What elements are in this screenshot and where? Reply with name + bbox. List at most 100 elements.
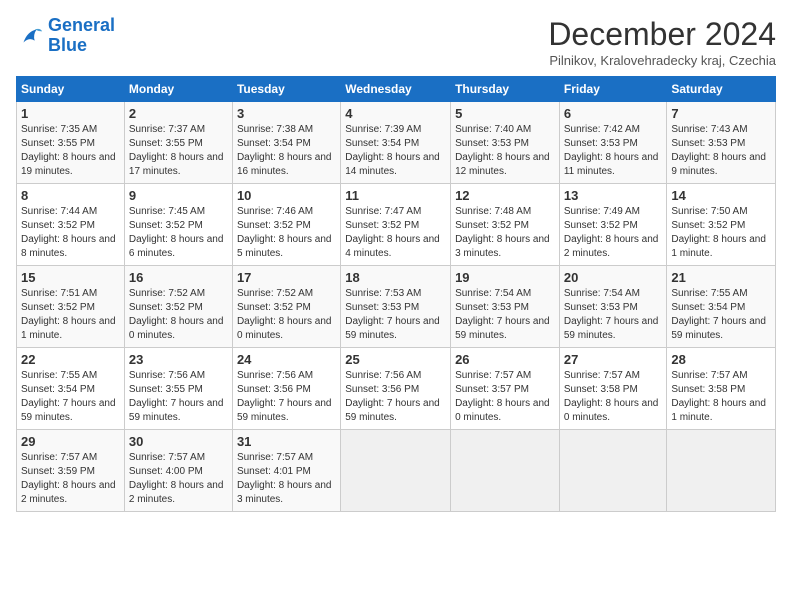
logo-text-general: General bbox=[48, 15, 115, 35]
day-info: Sunrise: 7:54 AMSunset: 3:53 PMDaylight:… bbox=[455, 287, 555, 343]
day-info: Sunrise: 7:35 AMSunset: 3:55 PMDaylight:… bbox=[21, 123, 120, 179]
day-number: 18 bbox=[345, 270, 446, 285]
day-info: Sunrise: 7:54 AMSunset: 3:53 PMDaylight:… bbox=[564, 287, 663, 343]
table-row: 14 Sunrise: 7:50 AMSunset: 3:52 PMDayligh… bbox=[667, 184, 776, 266]
table-row bbox=[667, 430, 776, 512]
day-number: 31 bbox=[237, 434, 336, 449]
header-tuesday: Tuesday bbox=[232, 77, 340, 102]
header-monday: Monday bbox=[124, 77, 232, 102]
day-number: 19 bbox=[455, 270, 555, 285]
day-info: Sunrise: 7:52 AMSunset: 3:52 PMDaylight:… bbox=[129, 287, 228, 343]
table-row: 27 Sunrise: 7:57 AMSunset: 3:58 PMDayligh… bbox=[559, 348, 667, 430]
table-row: 18 Sunrise: 7:53 AMSunset: 3:53 PMDayligh… bbox=[341, 266, 451, 348]
day-info: Sunrise: 7:56 AMSunset: 3:56 PMDaylight:… bbox=[237, 369, 336, 425]
day-number: 25 bbox=[345, 352, 446, 367]
day-info: Sunrise: 7:56 AMSunset: 3:56 PMDaylight:… bbox=[345, 369, 446, 425]
day-number: 10 bbox=[237, 188, 336, 203]
day-number: 2 bbox=[129, 106, 228, 121]
day-number: 1 bbox=[21, 106, 120, 121]
day-info: Sunrise: 7:40 AMSunset: 3:53 PMDaylight:… bbox=[455, 123, 555, 179]
day-info: Sunrise: 7:49 AMSunset: 3:52 PMDaylight:… bbox=[564, 205, 663, 261]
day-number: 27 bbox=[564, 352, 663, 367]
table-row: 8 Sunrise: 7:44 AMSunset: 3:52 PMDaylight… bbox=[17, 184, 125, 266]
location-subtitle: Pilnikov, Kralovehradecky kraj, Czechia bbox=[548, 53, 776, 68]
table-row: 16 Sunrise: 7:52 AMSunset: 3:52 PMDayligh… bbox=[124, 266, 232, 348]
day-info: Sunrise: 7:53 AMSunset: 3:53 PMDaylight:… bbox=[345, 287, 446, 343]
day-number: 30 bbox=[129, 434, 228, 449]
table-row: 3 Sunrise: 7:38 AMSunset: 3:54 PMDaylight… bbox=[232, 102, 340, 184]
calendar-week-row: 1 Sunrise: 7:35 AMSunset: 3:55 PMDaylight… bbox=[17, 102, 776, 184]
month-year-title: December 2024 bbox=[548, 16, 776, 53]
day-info: Sunrise: 7:57 AMSunset: 4:00 PMDaylight:… bbox=[129, 451, 228, 507]
calendar-table: Sunday Monday Tuesday Wednesday Thursday… bbox=[16, 76, 776, 512]
table-row: 11 Sunrise: 7:47 AMSunset: 3:52 PMDayligh… bbox=[341, 184, 451, 266]
day-number: 7 bbox=[671, 106, 771, 121]
table-row: 10 Sunrise: 7:46 AMSunset: 3:52 PMDayligh… bbox=[232, 184, 340, 266]
day-info: Sunrise: 7:52 AMSunset: 3:52 PMDaylight:… bbox=[237, 287, 336, 343]
day-info: Sunrise: 7:57 AMSunset: 3:59 PMDaylight:… bbox=[21, 451, 120, 507]
table-row bbox=[341, 430, 451, 512]
header-sunday: Sunday bbox=[17, 77, 125, 102]
table-row: 9 Sunrise: 7:45 AMSunset: 3:52 PMDaylight… bbox=[124, 184, 232, 266]
table-row: 5Sunrise: 7:40 AMSunset: 3:53 PMDaylight… bbox=[451, 102, 560, 184]
day-number: 24 bbox=[237, 352, 336, 367]
calendar-week-row: 29 Sunrise: 7:57 AMSunset: 3:59 PMDayligh… bbox=[17, 430, 776, 512]
day-number: 15 bbox=[21, 270, 120, 285]
day-info: Sunrise: 7:57 AMSunset: 3:58 PMDaylight:… bbox=[564, 369, 663, 425]
title-block: December 2024 Pilnikov, Kralovehradecky … bbox=[548, 16, 776, 68]
day-info: Sunrise: 7:55 AMSunset: 3:54 PMDaylight:… bbox=[671, 287, 771, 343]
header-wednesday: Wednesday bbox=[341, 77, 451, 102]
day-number: 4 bbox=[345, 106, 446, 121]
day-info: Sunrise: 7:55 AMSunset: 3:54 PMDaylight:… bbox=[21, 369, 120, 425]
day-info: Sunrise: 7:46 AMSunset: 3:52 PMDaylight:… bbox=[237, 205, 336, 261]
day-info: Sunrise: 7:56 AMSunset: 3:55 PMDaylight:… bbox=[129, 369, 228, 425]
table-row: 15Sunrise: 7:51 AMSunset: 3:52 PMDayligh… bbox=[17, 266, 125, 348]
day-number: 23 bbox=[129, 352, 228, 367]
day-info: Sunrise: 7:38 AMSunset: 3:54 PMDaylight:… bbox=[237, 123, 336, 179]
day-number: 3 bbox=[237, 106, 336, 121]
day-number: 11 bbox=[345, 188, 446, 203]
day-info: Sunrise: 7:57 AMSunset: 3:57 PMDaylight:… bbox=[455, 369, 555, 425]
day-number: 8 bbox=[21, 188, 120, 203]
table-row: 25 Sunrise: 7:56 AMSunset: 3:56 PMDayligh… bbox=[341, 348, 451, 430]
table-row: 2 Sunrise: 7:37 AMSunset: 3:55 PMDaylight… bbox=[124, 102, 232, 184]
day-info: Sunrise: 7:50 AMSunset: 3:52 PMDaylight:… bbox=[671, 205, 771, 261]
day-number: 26 bbox=[455, 352, 555, 367]
table-row: 26 Sunrise: 7:57 AMSunset: 3:57 PMDayligh… bbox=[451, 348, 560, 430]
day-info: Sunrise: 7:44 AMSunset: 3:52 PMDaylight:… bbox=[21, 205, 120, 261]
day-info: Sunrise: 7:37 AMSunset: 3:55 PMDaylight:… bbox=[129, 123, 228, 179]
header-friday: Friday bbox=[559, 77, 667, 102]
day-number: 14 bbox=[671, 188, 771, 203]
day-info: Sunrise: 7:48 AMSunset: 3:52 PMDaylight:… bbox=[455, 205, 555, 261]
day-number: 29 bbox=[21, 434, 120, 449]
day-number: 9 bbox=[129, 188, 228, 203]
table-row: 30 Sunrise: 7:57 AMSunset: 4:00 PMDayligh… bbox=[124, 430, 232, 512]
table-row bbox=[559, 430, 667, 512]
table-row: 13 Sunrise: 7:49 AMSunset: 3:52 PMDayligh… bbox=[559, 184, 667, 266]
table-row: 29 Sunrise: 7:57 AMSunset: 3:59 PMDayligh… bbox=[17, 430, 125, 512]
calendar-week-row: 22 Sunrise: 7:55 AMSunset: 3:54 PMDayligh… bbox=[17, 348, 776, 430]
table-row: 22 Sunrise: 7:55 AMSunset: 3:54 PMDayligh… bbox=[17, 348, 125, 430]
day-number: 22 bbox=[21, 352, 120, 367]
day-number: 20 bbox=[564, 270, 663, 285]
day-info: Sunrise: 7:45 AMSunset: 3:52 PMDaylight:… bbox=[129, 205, 228, 261]
day-info: Sunrise: 7:42 AMSunset: 3:53 PMDaylight:… bbox=[564, 123, 663, 179]
day-info: Sunrise: 7:39 AMSunset: 3:54 PMDaylight:… bbox=[345, 123, 446, 179]
day-number: 17 bbox=[237, 270, 336, 285]
logo-icon bbox=[16, 22, 44, 50]
day-number: 16 bbox=[129, 270, 228, 285]
table-row: 28 Sunrise: 7:57 AMSunset: 3:58 PMDayligh… bbox=[667, 348, 776, 430]
day-info: Sunrise: 7:57 AMSunset: 3:58 PMDaylight:… bbox=[671, 369, 771, 425]
header-thursday: Thursday bbox=[451, 77, 560, 102]
logo-text-blue: Blue bbox=[48, 35, 87, 55]
table-row: 7Sunrise: 7:43 AMSunset: 3:53 PMDaylight… bbox=[667, 102, 776, 184]
day-number: 28 bbox=[671, 352, 771, 367]
calendar-week-row: 15Sunrise: 7:51 AMSunset: 3:52 PMDayligh… bbox=[17, 266, 776, 348]
table-row bbox=[451, 430, 560, 512]
table-row: 1 Sunrise: 7:35 AMSunset: 3:55 PMDaylight… bbox=[17, 102, 125, 184]
page-header: General Blue December 2024 Pilnikov, Kra… bbox=[16, 16, 776, 68]
day-number: 13 bbox=[564, 188, 663, 203]
day-info: Sunrise: 7:47 AMSunset: 3:52 PMDaylight:… bbox=[345, 205, 446, 261]
table-row: 4 Sunrise: 7:39 AMSunset: 3:54 PMDaylight… bbox=[341, 102, 451, 184]
calendar-week-row: 8 Sunrise: 7:44 AMSunset: 3:52 PMDaylight… bbox=[17, 184, 776, 266]
